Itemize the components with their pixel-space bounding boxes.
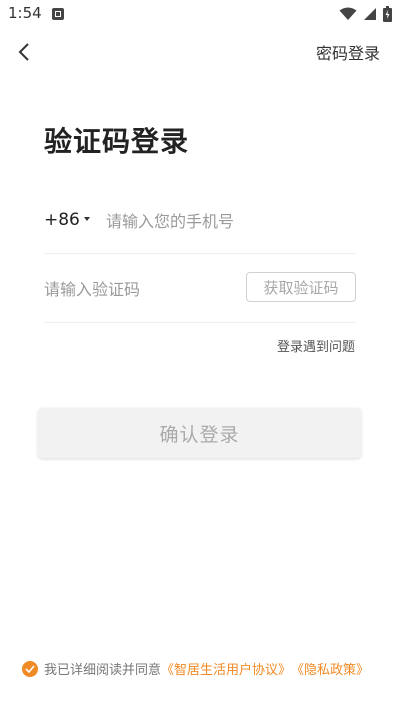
checkbox-checked-icon[interactable] — [22, 660, 38, 677]
phone-input[interactable] — [106, 206, 346, 236]
country-code-label: +86 — [44, 210, 80, 230]
user-agreement-link[interactable]: 《智居生活用户协议》 — [161, 659, 291, 678]
battery-icon — [383, 6, 392, 22]
back-arrow-icon — [18, 43, 29, 61]
page-title: 验证码登录 — [44, 125, 190, 158]
status-icons — [339, 6, 392, 22]
get-code-button[interactable]: 获取验证码 — [246, 272, 356, 302]
wifi-icon — [339, 7, 357, 20]
confirm-login-button[interactable]: 确认登录 — [38, 408, 361, 458]
verification-code-input[interactable] — [44, 274, 224, 304]
password-login-link[interactable]: 密码登录 — [316, 40, 380, 64]
agreement-row: 我已详细阅读并同意 《智居生活用户协议》 《隐私政策》 — [22, 659, 369, 678]
status-bar: 1:54 — [0, 0, 400, 28]
notification-icon — [52, 8, 64, 20]
login-help-link[interactable]: 登录遇到问题 — [277, 336, 355, 355]
phone-row: +86 — [44, 196, 356, 254]
status-time: 1:54 — [8, 4, 42, 22]
signal-icon — [364, 8, 376, 20]
privacy-policy-link[interactable]: 《隐私政策》 — [291, 659, 369, 678]
caret-down-icon — [83, 217, 90, 221]
back-button[interactable] — [10, 38, 38, 66]
country-code-selector[interactable]: +86 — [44, 210, 90, 230]
code-row: 获取验证码 — [44, 256, 356, 323]
agreement-text: 我已详细阅读并同意 — [44, 663, 162, 678]
